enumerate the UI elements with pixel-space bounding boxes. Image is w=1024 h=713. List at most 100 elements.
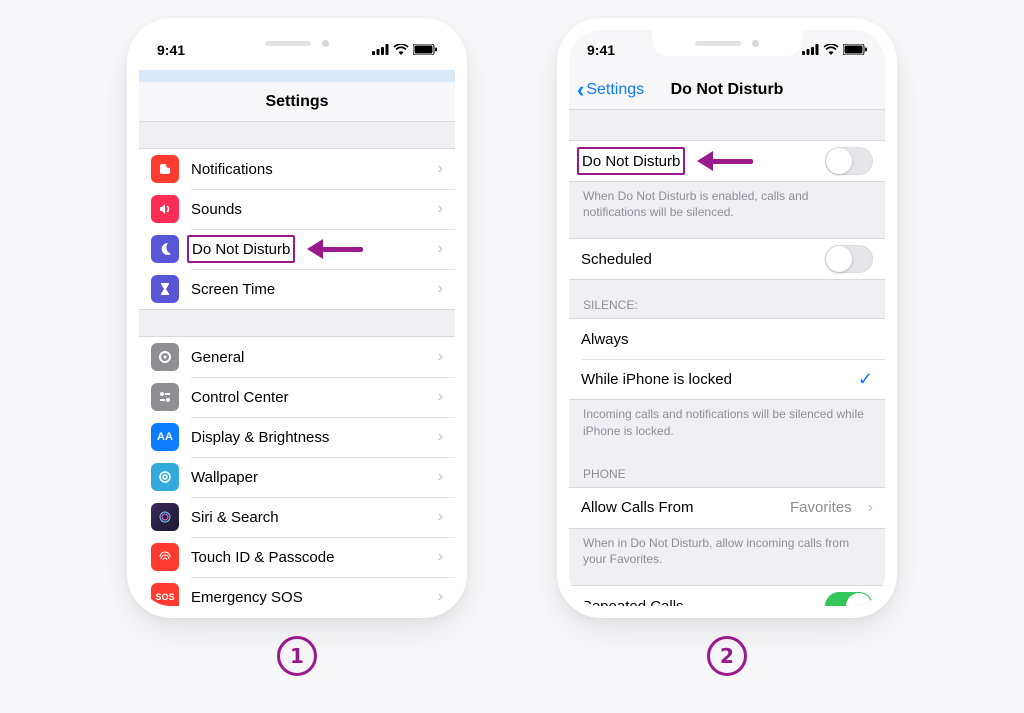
description-silence: Incoming calls and notifications will be… <box>569 400 885 448</box>
page-title: Settings <box>265 93 328 111</box>
step-number: 1 <box>290 644 304 668</box>
description-allow: When in Do Not Disturb, allow incoming c… <box>569 529 885 577</box>
header-tint <box>139 70 455 82</box>
row-label: Scheduled <box>581 251 813 268</box>
chevron-right-icon: › <box>438 388 443 406</box>
gear-icon <box>151 343 179 371</box>
group-silence: Always While iPhone is locked ✓ <box>569 318 885 400</box>
row-label: Do Not Disturb <box>582 153 680 170</box>
toggle-dnd[interactable] <box>825 147 873 175</box>
wifi-icon <box>823 42 839 58</box>
row-touch-id[interactable]: Touch ID & Passcode › <box>139 537 455 577</box>
sos-icon: SOS <box>151 583 179 606</box>
fingerprint-icon <box>151 543 179 571</box>
signal-icon <box>372 42 389 58</box>
chevron-right-icon: › <box>438 280 443 298</box>
toggle-scheduled[interactable] <box>825 245 873 273</box>
row-notifications[interactable]: Notifications › <box>139 149 455 189</box>
row-control-center[interactable]: Control Center › <box>139 377 455 417</box>
annotation-arrow <box>307 238 363 260</box>
page-title: Do Not Disturb <box>671 81 784 99</box>
description-dnd: When Do Not Disturb is enabled, calls an… <box>569 182 885 230</box>
row-display-brightness[interactable]: AA Display & Brightness › <box>139 417 455 457</box>
annotation-arrow <box>697 150 753 172</box>
row-label: Notifications <box>191 161 426 178</box>
row-siri-search[interactable]: Siri & Search › <box>139 497 455 537</box>
sliders-icon <box>151 383 179 411</box>
chevron-right-icon: › <box>438 160 443 178</box>
step-badge-1: 1 <box>277 636 317 676</box>
row-while-locked[interactable]: While iPhone is locked ✓ <box>569 359 885 399</box>
siri-icon <box>151 503 179 531</box>
phone-frame: 9:41 ‹ Settings Do Not Disturb Do Not Di… <box>557 18 897 618</box>
chevron-right-icon: › <box>438 428 443 446</box>
status-time: 9:41 <box>587 42 615 58</box>
hourglass-icon <box>151 275 179 303</box>
row-allow-calls[interactable]: Allow Calls From Favorites › <box>569 488 885 528</box>
chevron-right-icon: › <box>438 508 443 526</box>
toggle-repeated[interactable] <box>825 592 873 606</box>
row-wallpaper[interactable]: Wallpaper › <box>139 457 455 497</box>
sounds-icon <box>151 195 179 223</box>
group-scheduled: Scheduled <box>569 238 885 280</box>
row-dnd-toggle[interactable]: Do Not Disturb <box>569 141 885 181</box>
status-indicators <box>802 42 867 58</box>
row-always[interactable]: Always <box>569 319 885 359</box>
section-header-phone: PHONE <box>569 449 885 487</box>
row-label: General <box>191 349 426 366</box>
row-label: Control Center <box>191 389 426 406</box>
screen-dnd: 9:41 ‹ Settings Do Not Disturb Do Not Di… <box>569 30 885 606</box>
chevron-right-icon: › <box>438 240 443 258</box>
checkmark-icon: ✓ <box>858 369 873 390</box>
screen-settings: 9:41 Settings Notifications › <box>139 30 455 606</box>
chevron-left-icon: ‹ <box>577 77 584 103</box>
chevron-right-icon: › <box>438 468 443 486</box>
step-badge-2: 2 <box>707 636 747 676</box>
status-time: 9:41 <box>157 42 185 58</box>
row-value: Favorites <box>790 499 852 516</box>
chevron-right-icon: › <box>868 499 873 517</box>
row-scheduled[interactable]: Scheduled <box>569 239 885 279</box>
row-label: Touch ID & Passcode <box>191 549 426 566</box>
highlight-box: Do Not Disturb <box>187 235 295 263</box>
row-label: Repeated Calls <box>581 598 813 606</box>
wifi-icon <box>393 42 409 58</box>
row-label: Siri & Search <box>191 509 426 526</box>
step-number: 2 <box>720 644 734 668</box>
signal-icon <box>802 42 819 58</box>
row-screen-time[interactable]: Screen Time › <box>139 269 455 309</box>
back-button[interactable]: ‹ Settings <box>577 70 644 109</box>
row-label: Sounds <box>191 201 426 218</box>
wallpaper-icon <box>151 463 179 491</box>
row-label: While iPhone is locked <box>581 371 846 388</box>
chevron-right-icon: › <box>438 348 443 366</box>
row-label: Do Not Disturb <box>192 241 290 258</box>
notifications-icon <box>151 155 179 183</box>
chevron-right-icon: › <box>438 548 443 566</box>
row-emergency-sos[interactable]: SOS Emergency SOS › <box>139 577 455 606</box>
section-header-silence: SILENCE: <box>569 280 885 318</box>
group-repeated: Repeated Calls <box>569 585 885 606</box>
notch <box>652 30 802 56</box>
settings-group-notifications: Notifications › Sounds › Do Not Disturb … <box>139 148 455 310</box>
phone-frame: 9:41 Settings Notifications › <box>127 18 467 618</box>
battery-icon <box>413 42 437 58</box>
row-label: Emergency SOS <box>191 589 426 606</box>
brightness-icon: AA <box>151 423 179 451</box>
title-bar-dnd: ‹ Settings Do Not Disturb <box>569 70 885 110</box>
chevron-right-icon: › <box>438 200 443 218</box>
row-sounds[interactable]: Sounds › <box>139 189 455 229</box>
row-label: Display & Brightness <box>191 429 426 446</box>
settings-group-general: General › Control Center › AA Display & … <box>139 336 455 606</box>
row-repeated-calls[interactable]: Repeated Calls <box>569 586 885 606</box>
highlight-box: Do Not Disturb <box>577 147 685 175</box>
row-label: Screen Time <box>191 281 426 298</box>
battery-icon <box>843 42 867 58</box>
back-label: Settings <box>586 81 644 99</box>
status-indicators <box>372 42 437 58</box>
phone-step-2: 9:41 ‹ Settings Do Not Disturb Do Not Di… <box>557 18 897 676</box>
row-general[interactable]: General › <box>139 337 455 377</box>
phone-step-1: 9:41 Settings Notifications › <box>127 18 467 676</box>
group-phone: Allow Calls From Favorites › <box>569 487 885 529</box>
row-do-not-disturb[interactable]: Do Not Disturb › <box>139 229 455 269</box>
